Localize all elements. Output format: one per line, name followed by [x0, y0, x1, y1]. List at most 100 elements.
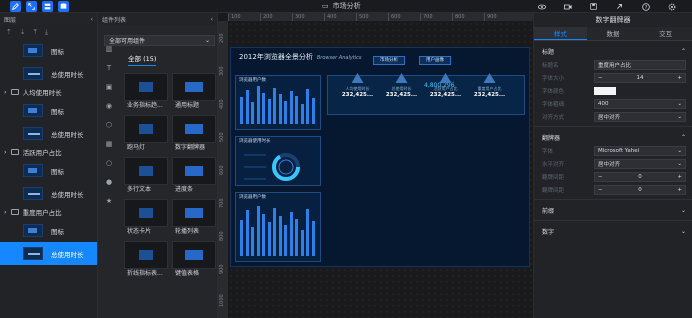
component-card[interactable]: 折线指标表... [124, 241, 168, 278]
component-card[interactable]: 多行文本 [124, 157, 168, 194]
database-icon[interactable] [58, 1, 69, 12]
save-icon[interactable] [588, 1, 599, 12]
stat-card[interactable]: 总使用时长 232,425... [385, 71, 418, 109]
expand-icon[interactable]: › [4, 208, 7, 216]
component-tab-all[interactable]: 全部 (15) [128, 53, 157, 66]
tab-style[interactable]: 样式 [534, 27, 587, 40]
layer-item[interactable]: 图标 [0, 219, 97, 242]
section-prefix[interactable]: 前缀 ⌄ [534, 204, 692, 217]
move-up-icon[interactable]: ⇡ [6, 28, 12, 36]
star-category-icon[interactable]: ★ [106, 197, 112, 205]
bar [240, 220, 243, 256]
component-icon [139, 124, 153, 134]
layer-thumbnail [23, 164, 43, 177]
layer-item[interactable]: 图标 [0, 159, 97, 182]
settings-icon[interactable] [666, 1, 677, 12]
plus-icon[interactable]: + [677, 75, 682, 81]
margin-stepper[interactable]: −0 + [594, 184, 686, 195]
font-color-row: 字体颜色 [534, 84, 692, 97]
chart-category-icon[interactable]: ▥ [106, 45, 113, 53]
title-name-input[interactable]: 重度用户占比 [594, 59, 686, 70]
component-filter-select[interactable]: 全部可用组件 ⌄ [104, 35, 215, 46]
font-select[interactable]: Microsoft Yahei ⌄ [594, 145, 686, 156]
layer-item[interactable]: 总使用时长 [0, 122, 97, 145]
plus-icon[interactable]: + [677, 187, 682, 193]
table-category-icon[interactable]: ▦ [106, 140, 113, 148]
editor-canvas[interactable]: 100 200 300 400 500 600 700 800 900 200 300 400 500… [218, 13, 533, 318]
layer-item[interactable]: 总使用时长 [0, 62, 97, 85]
section-title[interactable]: 标题 ⌃ [534, 45, 692, 58]
section-flipper[interactable]: 翻牌器 ⌃ [534, 131, 692, 144]
chevron-down-icon: ⌄ [677, 100, 682, 107]
market-analysis-button[interactable]: 市场分析 [373, 56, 405, 65]
cube-category-icon[interactable]: ⬡ [106, 121, 112, 129]
stat-card[interactable]: 活跃用户占比 232,425... [429, 71, 462, 109]
move-down-icon[interactable]: ⇣ [20, 28, 26, 36]
layer-item[interactable]: 总使用时长 [0, 242, 97, 265]
user-category-icon[interactable]: ● [106, 178, 112, 186]
layers-icon[interactable] [42, 1, 53, 12]
plus-icon[interactable]: + [677, 174, 682, 180]
ruler-tick: 500 [219, 132, 225, 142]
layer-item[interactable]: 总使用时长 [0, 182, 97, 205]
text-category-icon[interactable]: T [107, 64, 111, 72]
tab-interaction[interactable]: 交互 [639, 27, 692, 40]
publish-icon[interactable] [614, 1, 625, 12]
minus-icon[interactable]: − [598, 75, 603, 81]
circle-category-icon[interactable]: ○ [106, 159, 112, 167]
component-preview: 业务指标趋... [124, 73, 168, 109]
help-icon[interactable]: ? [640, 1, 651, 12]
bar [240, 97, 243, 124]
chevron-up-icon: ⌃ [680, 48, 686, 55]
preview-eye-icon[interactable] [536, 1, 547, 12]
component-icon [185, 124, 203, 134]
expand-icon[interactable]: › [4, 148, 7, 156]
component-card[interactable]: 轮播列表 [172, 199, 216, 236]
layer-group[interactable]: › 人均使用时长 [0, 85, 97, 99]
collapse-left-icon[interactable]: ‹ [91, 16, 93, 23]
usage-time-panel[interactable]: 浏览器使用时长 [235, 136, 321, 186]
ruler-tick: 200 [260, 13, 292, 21]
font-size-stepper[interactable]: −14 + [594, 72, 686, 83]
layer-item[interactable]: 图标 [0, 99, 97, 122]
component-card[interactable]: 通用标题 [172, 73, 216, 110]
component-card[interactable]: 键值表格 [172, 241, 216, 278]
minus-icon[interactable]: − [598, 187, 603, 193]
stat-card[interactable]: 重度用户占比 232,425... [473, 71, 506, 109]
align-select[interactable]: 居中对齐 ⌄ [594, 111, 686, 122]
user-count-panel-2[interactable]: 浏览器用户数 [235, 192, 321, 262]
halign-select[interactable]: 居中对齐 ⌄ [594, 158, 686, 169]
dashboard-preview[interactable]: 2012年浏览器全景分析 Browser Analytics 市场分析 用户画像 … [230, 47, 530, 267]
layer-item[interactable]: 图标 [0, 39, 97, 62]
edit-icon[interactable] [10, 1, 21, 12]
layer-group[interactable]: › 重度用户占比 [0, 205, 97, 219]
font-color-swatch[interactable] [594, 86, 616, 95]
component-card[interactable]: 进度条 [172, 157, 216, 194]
ruler-tick: 600 [219, 165, 225, 175]
image-category-icon[interactable]: ▣ [106, 83, 113, 91]
stat-card[interactable]: 人均使用时长 232,425... [341, 71, 374, 109]
section-number[interactable]: 数字 ⌄ [534, 225, 692, 238]
collapse-left-icon[interactable]: ‹ [211, 16, 213, 23]
move-bottom-icon[interactable]: ⤓ [45, 28, 48, 37]
move-top-icon[interactable]: ⤒ [34, 28, 37, 37]
tab-data[interactable]: 数据 [587, 27, 640, 40]
record-icon[interactable] [562, 1, 573, 12]
expand-icon[interactable]: › [4, 88, 7, 96]
expand-icon[interactable] [26, 1, 37, 12]
media-category-icon[interactable]: ◉ [106, 102, 112, 110]
component-icon [185, 208, 203, 218]
ruler-tick: 500 [356, 13, 388, 21]
gap-stepper[interactable]: −0 + [594, 171, 686, 182]
component-icon [139, 166, 153, 176]
user-profile-button[interactable]: 用户画像 [419, 56, 451, 65]
layer-thumbnail [23, 44, 43, 57]
layer-group[interactable]: › 活跃用户占比 [0, 145, 97, 159]
component-card[interactable]: 数字翻牌器 [172, 115, 216, 152]
component-card[interactable]: 跑马灯 [124, 115, 168, 152]
user-count-panel[interactable]: 浏览器用户数 [235, 75, 321, 130]
minus-icon[interactable]: − [598, 174, 603, 180]
font-weight-select[interactable]: 400 ⌄ [594, 98, 686, 109]
component-card[interactable]: 业务指标趋... [124, 73, 168, 110]
component-card[interactable]: 状态卡片 [124, 199, 168, 236]
